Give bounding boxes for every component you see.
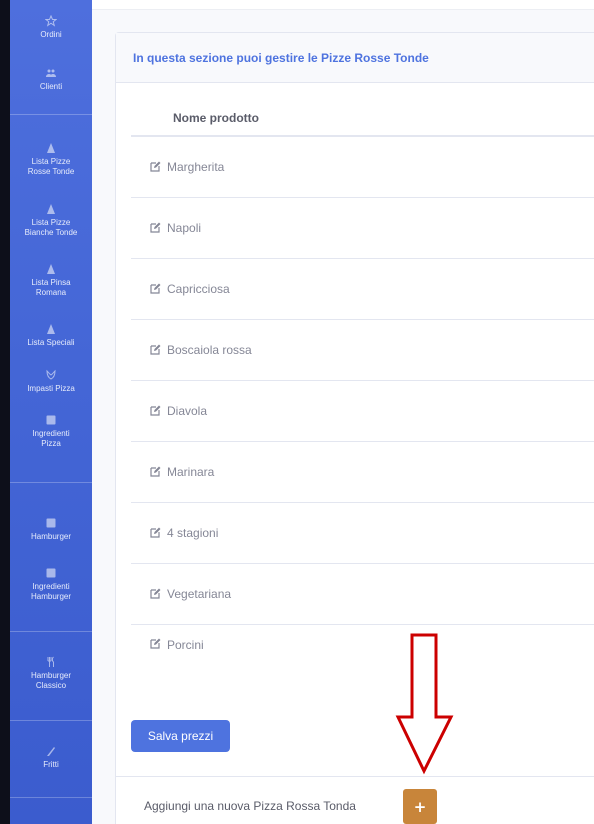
- edit-icon[interactable]: [149, 466, 161, 478]
- product-name: Porcini: [167, 638, 204, 652]
- product-name: Marinara: [167, 465, 215, 479]
- edit-icon[interactable]: [149, 588, 161, 600]
- sidebar-item-lista-pizze-bianche-tonde[interactable]: Lista Pizze Bianche Tonde: [10, 202, 92, 238]
- card-title: In questa sezione puoi gestire le Pizze …: [133, 50, 429, 65]
- table-row: Marinara: [131, 442, 594, 503]
- sidebar-item-label: Ingredienti Pizza: [32, 429, 70, 448]
- wheat-icon: [44, 368, 58, 382]
- pizza-icon: [44, 322, 58, 336]
- sidebar: Ordini Clienti Lista Pizze Rosse Tonde L…: [10, 0, 92, 824]
- pizza-icon: [44, 141, 58, 155]
- product-name: Boscaiola rossa: [167, 343, 252, 357]
- sidebar-item-label: Lista Pizze Rosse Tonde: [27, 157, 75, 176]
- pizza-icon: [44, 202, 58, 216]
- sidebar-item-label: Clienti: [39, 82, 63, 91]
- sidebar-divider: [10, 631, 92, 632]
- sidebar-item-label: Ordini: [40, 30, 62, 39]
- edit-icon[interactable]: [149, 344, 161, 356]
- box-icon: [44, 516, 58, 530]
- products-table-body: Margherita Napoli Capricciosa Boscaiola ros…: [131, 137, 594, 686]
- sidebar-item-fritti[interactable]: Fritti: [10, 744, 92, 770]
- edit-icon[interactable]: [149, 638, 161, 650]
- product-name: 4 stagioni: [167, 526, 219, 540]
- sidebar-item-lista-speciali[interactable]: Lista Speciali: [10, 322, 92, 348]
- products-table: Nome prodotto Margherita Napoli Capriccios…: [131, 100, 594, 686]
- sidebar-item-label: Lista Speciali: [27, 338, 75, 347]
- sidebar-divider: [10, 797, 92, 798]
- sidebar-item-ingredienti-pizza[interactable]: Ingredienti Pizza: [10, 413, 92, 449]
- table-row: Diavola: [131, 381, 594, 442]
- table-row: Boscaiola rossa: [131, 320, 594, 381]
- add-pizza-button[interactable]: +: [403, 789, 437, 824]
- edit-icon[interactable]: [149, 405, 161, 417]
- sidebar-divider: [10, 720, 92, 721]
- add-pizza-label: Aggiungi una nuova Pizza Rossa Tonda: [144, 799, 356, 813]
- sidebar-item-label: Lista Pinsa Romana: [31, 278, 71, 297]
- sidebar-item-label: Lista Pizze Bianche Tonde: [24, 218, 78, 237]
- sidebar-item-hamburger[interactable]: Hamburger: [10, 516, 92, 542]
- sidebar-item-hamburger-classico[interactable]: Hamburger Classico: [10, 655, 92, 691]
- window-edge: [0, 0, 10, 824]
- star-icon: [44, 14, 58, 28]
- card-header: In questa sezione puoi gestire le Pizze …: [116, 33, 594, 83]
- sidebar-item-ingredienti-hamburger[interactable]: Ingredienti Hamburger: [10, 566, 92, 602]
- column-header-nome-prodotto: Nome prodotto: [131, 100, 594, 137]
- product-name: Diavola: [167, 404, 208, 418]
- box-icon: [44, 566, 58, 580]
- product-name: Capricciosa: [167, 282, 230, 296]
- sidebar-divider: [10, 114, 92, 115]
- sidebar-item-lista-pinsa-romana[interactable]: Lista Pinsa Romana: [10, 262, 92, 298]
- users-icon: [44, 66, 58, 80]
- table-row: Capricciosa: [131, 259, 594, 320]
- down-arrow-annotation: [395, 633, 454, 775]
- table-row: Napoli: [131, 198, 594, 259]
- sidebar-item-clienti[interactable]: Clienti: [10, 66, 92, 92]
- sidebar-divider: [10, 482, 92, 483]
- product-name: Vegetariana: [167, 587, 232, 601]
- table-row: Vegetariana: [131, 564, 594, 625]
- sidebar-item-label: Hamburger Classico: [30, 671, 71, 690]
- sidebar-item-label: Hamburger: [30, 532, 71, 541]
- sidebar-item-ordini[interactable]: Ordini: [10, 14, 92, 40]
- table-row: Porcini: [131, 625, 594, 686]
- top-bar: [92, 0, 594, 10]
- box-icon: [44, 413, 58, 427]
- table-row: 4 stagioni: [131, 503, 594, 564]
- sidebar-item-impasti-pizza[interactable]: Impasti Pizza: [10, 368, 92, 394]
- product-name: Margherita: [167, 160, 225, 174]
- card-divider: [116, 776, 594, 777]
- utensils-icon: [44, 655, 58, 669]
- sidebar-item-lista-pizze-rosse-tonde[interactable]: Lista Pizze Rosse Tonde: [10, 141, 92, 177]
- edit-icon[interactable]: [149, 283, 161, 295]
- product-name: Napoli: [167, 221, 202, 235]
- table-row: Margherita: [131, 137, 594, 198]
- pizza-icon: [44, 262, 58, 276]
- sidebar-item-label: Fritti: [43, 760, 59, 769]
- edit-icon[interactable]: [149, 527, 161, 539]
- edit-icon[interactable]: [149, 222, 161, 234]
- save-prices-button[interactable]: Salva prezzi: [131, 720, 230, 752]
- sidebar-item-label: Ingredienti Hamburger: [30, 582, 71, 601]
- sidebar-item-label: Impasti Pizza: [27, 384, 75, 393]
- edit-icon[interactable]: [149, 161, 161, 173]
- fries-icon: [44, 744, 58, 758]
